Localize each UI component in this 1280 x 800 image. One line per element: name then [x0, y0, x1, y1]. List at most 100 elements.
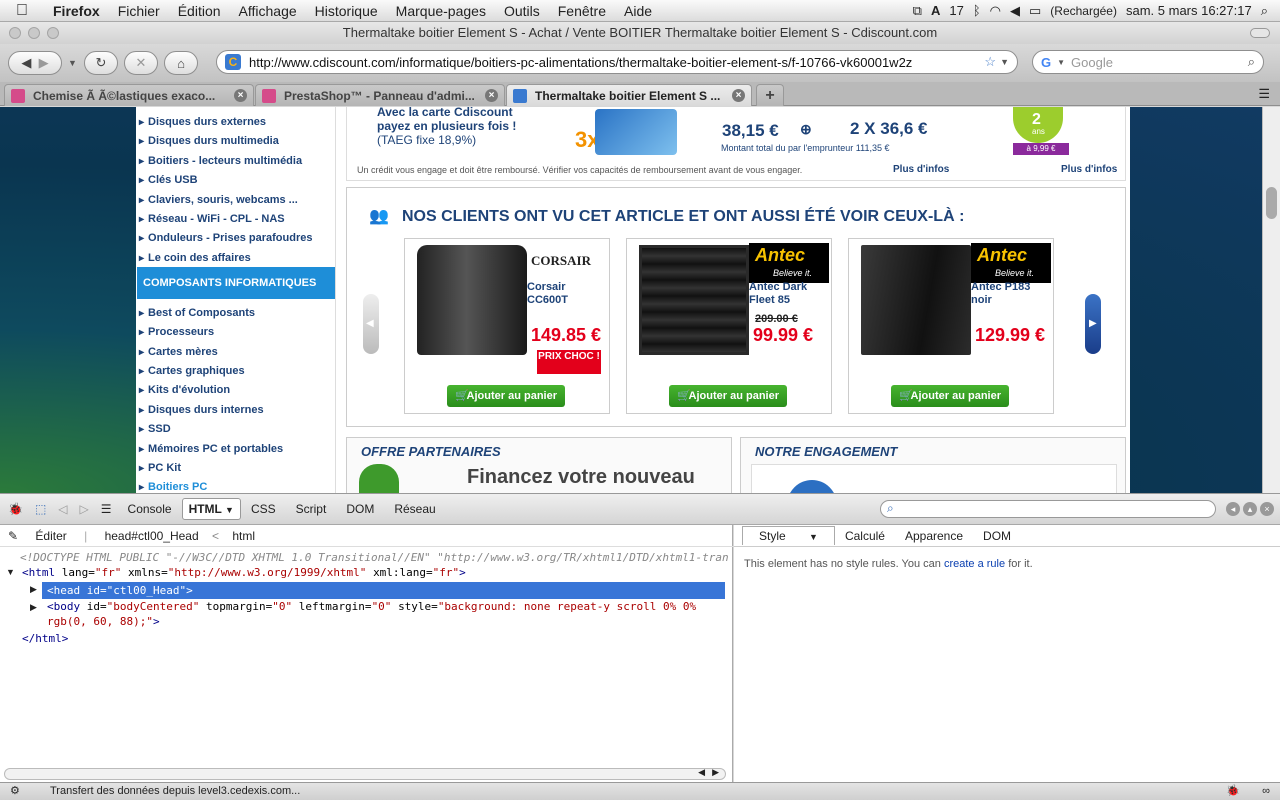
battery-icon[interactable]: ▭	[1029, 3, 1041, 19]
html-node[interactable]: <html lang="fr" xmlns="http://www.w3.org…	[22, 566, 466, 580]
expand-twisty-icon[interactable]: ▶	[30, 584, 37, 595]
menu-fichier[interactable]: Fichier	[109, 3, 169, 19]
close-firebug-icon[interactable]: ×	[1260, 502, 1274, 516]
sidebar-item[interactable]: SSD	[139, 423, 171, 435]
tab-dom[interactable]: DOM	[336, 502, 384, 516]
history-dropdown-icon[interactable]: ▼	[68, 58, 78, 68]
bluetooth-icon[interactable]: ᛒ	[973, 3, 981, 18]
product-card[interactable]: CORSAIR Corsair CC600T 149.85 € PRIX CHO…	[404, 238, 610, 414]
close-tab-icon[interactable]: ×	[234, 89, 247, 102]
product-name[interactable]: Corsair CC600T	[527, 281, 607, 307]
tab-style[interactable]: Style ▼	[742, 526, 835, 545]
menu-historique[interactable]: Historique	[306, 3, 387, 19]
breadcrumb-head[interactable]: head#ctl00_Head	[105, 529, 199, 543]
close-tab-icon[interactable]: ×	[732, 89, 745, 102]
menu-affichage[interactable]: Affichage	[230, 3, 306, 19]
apple-menu-icon[interactable]: 	[0, 2, 44, 20]
panel-menu-icon[interactable]: ☰	[95, 502, 118, 516]
spotlight-icon[interactable]: ⌕	[1261, 3, 1268, 19]
tab-chemise[interactable]: Chemise Ã Ã©lastiques exaco... ×	[4, 84, 254, 106]
volume-icon[interactable]: ◀	[1010, 3, 1020, 19]
url-text[interactable]: http://www.cdiscount.com/informatique/bo…	[249, 55, 980, 70]
warranty-more-link[interactable]: Plus d'infos	[1061, 164, 1117, 175]
add-to-cart-button[interactable]: 🛒 Ajouter au panier	[447, 385, 565, 407]
tab-reseau[interactable]: Réseau	[384, 502, 445, 516]
toolbar-toggle-button[interactable]	[1250, 28, 1270, 38]
zoom-window-button[interactable]	[47, 27, 59, 39]
clock[interactable]: sam. 5 mars 16:27:17	[1126, 3, 1252, 18]
screen-sharing-icon[interactable]: ⧉	[913, 3, 922, 19]
sidebar-item[interactable]: Réseau - WiFi - CPL - NAS	[139, 213, 285, 225]
wifi-icon[interactable]: ◠	[990, 3, 1001, 19]
sidebar-item[interactable]: Cartes graphiques	[139, 365, 245, 377]
menu-marque-pages[interactable]: Marque-pages	[387, 3, 495, 19]
tab-calcule[interactable]: Calculé	[835, 529, 895, 543]
carousel-next-button[interactable]: ▶	[1085, 294, 1101, 354]
product-image[interactable]	[861, 245, 971, 355]
back-forward-button[interactable]: ◀ ▶	[8, 51, 62, 75]
menu-outils[interactable]: Outils	[495, 3, 549, 19]
sidebar-item[interactable]: Mémoires PC et portables	[139, 443, 283, 455]
tab-script[interactable]: Script	[286, 502, 337, 516]
html-close-node[interactable]: </html>	[22, 632, 68, 646]
back-icon[interactable]: ◀	[21, 55, 31, 71]
edit-icon[interactable]: ✎	[8, 529, 18, 543]
url-bar[interactable]: C http://www.cdiscount.com/informatique/…	[216, 50, 1018, 74]
sidebar-item[interactable]: Le coin des affaires	[139, 252, 251, 264]
firebug-search-input[interactable]: ⌕	[880, 500, 1216, 518]
add-to-cart-button[interactable]: 🛒 Ajouter au panier	[891, 385, 1009, 407]
search-bar[interactable]: G ▼ Google ⌕	[1032, 50, 1264, 74]
scroll-left-icon[interactable]: ◀	[698, 767, 705, 778]
product-image[interactable]	[639, 245, 749, 355]
bookmark-star-icon[interactable]: ☆	[984, 54, 996, 70]
sidebar-item[interactable]: Disques durs multimedia	[139, 135, 279, 147]
tab-apparence[interactable]: Apparence	[895, 529, 973, 543]
sidebar-item[interactable]: Boitiers - lecteurs multimédia	[139, 155, 302, 167]
product-card[interactable]: Antec Believe it. Antec P183 noir 129.99…	[848, 238, 1054, 414]
sidebar-item[interactable]: PC Kit	[139, 462, 181, 474]
page-scrollbar[interactable]	[1262, 107, 1280, 493]
forward-icon[interactable]: ▶	[39, 55, 49, 71]
tab-thermaltake[interactable]: Thermaltake boitier Element S ... ×	[506, 84, 752, 106]
close-tab-icon[interactable]: ×	[485, 89, 498, 102]
sidebar-item[interactable]: Kits d'évolution	[139, 384, 230, 396]
product-name[interactable]: Antec Dark Fleet 85	[749, 281, 829, 307]
resize-grip-icon[interactable]: ∞	[1262, 783, 1270, 800]
sidebar-item[interactable]: Best of Composants	[139, 307, 255, 319]
product-name[interactable]: Antec P183 noir	[971, 281, 1051, 307]
forward-icon[interactable]: ▷	[74, 502, 95, 516]
tab-html[interactable]: HTML ▼	[181, 498, 241, 520]
search-input[interactable]: Google	[1071, 55, 1113, 70]
expand-twisty-icon[interactable]: ▼	[6, 567, 15, 577]
search-icon[interactable]: ⌕	[1248, 54, 1255, 70]
firebug-icon[interactable]: 🐞	[0, 502, 29, 516]
tab-css[interactable]: CSS	[241, 502, 286, 516]
carousel-prev-button[interactable]: ◀	[363, 294, 379, 354]
product-image[interactable]	[417, 245, 527, 355]
sidebar-item-active[interactable]: Boitiers PC	[139, 481, 207, 493]
sidebar-item[interactable]: Onduleurs - Prises parafoudres	[139, 232, 312, 244]
minimize-firebug-icon[interactable]: ◂	[1226, 502, 1240, 516]
new-tab-button[interactable]: +	[756, 84, 784, 106]
head-node[interactable]: <head id="ctl00_Head">	[47, 584, 193, 598]
tab-console[interactable]: Console	[118, 502, 182, 516]
reload-button[interactable]: ↻	[84, 51, 118, 75]
minimize-window-button[interactable]	[28, 27, 40, 39]
body-node-cont[interactable]: rgb(0, 60, 88);">	[47, 615, 160, 629]
tab-dom-side[interactable]: DOM	[973, 529, 1021, 543]
menu-fenetre[interactable]: Fenêtre	[549, 3, 615, 19]
tab-prestashop[interactable]: PrestaShop™ - Panneau d'admi... ×	[255, 84, 505, 106]
sidebar-item[interactable]: Cartes mères	[139, 346, 218, 358]
search-engine-dropdown-icon[interactable]: ▼	[1057, 58, 1065, 67]
product-card[interactable]: Antec Believe it. Antec Dark Fleet 85 20…	[626, 238, 832, 414]
back-icon[interactable]: ◁	[52, 502, 73, 516]
firebug-status-icon[interactable]: 🐞	[1226, 783, 1240, 800]
sidebar-item[interactable]: Processeurs	[139, 326, 214, 338]
inspect-icon[interactable]: ⬚	[29, 502, 52, 516]
menu-edition[interactable]: Édition	[169, 3, 230, 19]
expand-twisty-icon[interactable]: ▶	[30, 602, 37, 613]
scrollbar-thumb[interactable]	[1266, 187, 1277, 219]
home-button[interactable]: ⌂	[164, 51, 198, 75]
url-dropdown-icon[interactable]: ▼	[1000, 57, 1009, 67]
edit-button[interactable]: Éditer	[35, 529, 66, 543]
